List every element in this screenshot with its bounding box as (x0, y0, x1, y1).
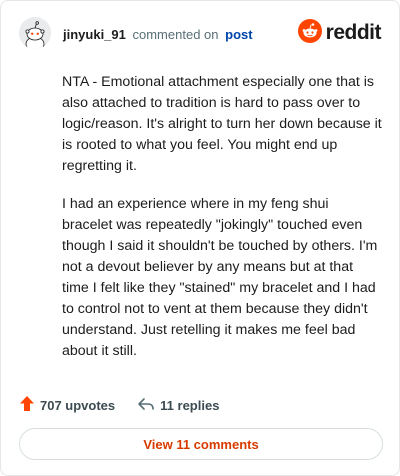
commented-on-label: commented on (132, 27, 219, 42)
reddit-snoo-icon (297, 18, 322, 48)
comment-paragraph: NTA - Emotional attachment especially on… (62, 74, 382, 174)
upvotes-stat[interactable]: 707 upvotes (19, 395, 115, 415)
comment-body: NTA - Emotional attachment especially on… (62, 72, 382, 379)
comment-paragraph: I had an experience where in my feng shu… (62, 196, 378, 359)
reddit-logo[interactable]: reddit (297, 18, 382, 48)
view-comments-button[interactable]: View 11 comments (19, 428, 383, 460)
comment-stats: 707 upvotes 11 replies (19, 395, 241, 415)
post-link[interactable]: post (225, 27, 252, 42)
replies-count: 11 replies (160, 397, 220, 413)
comment-header: jinyuki_91 commented on post reddit (19, 17, 383, 53)
reply-arrow-icon (137, 396, 155, 415)
comment-meta: jinyuki_91 commented on post (63, 27, 253, 42)
comment-card: jinyuki_91 commented on post reddit NTA … (0, 0, 400, 476)
upvote-arrow-icon (19, 395, 35, 415)
upvotes-count: 707 upvotes (40, 397, 116, 413)
reddit-wordmark: reddit (325, 21, 382, 44)
user-avatar-icon[interactable] (19, 17, 51, 49)
replies-stat[interactable]: 11 replies (137, 396, 219, 415)
username-link[interactable]: jinyuki_91 (63, 27, 126, 42)
